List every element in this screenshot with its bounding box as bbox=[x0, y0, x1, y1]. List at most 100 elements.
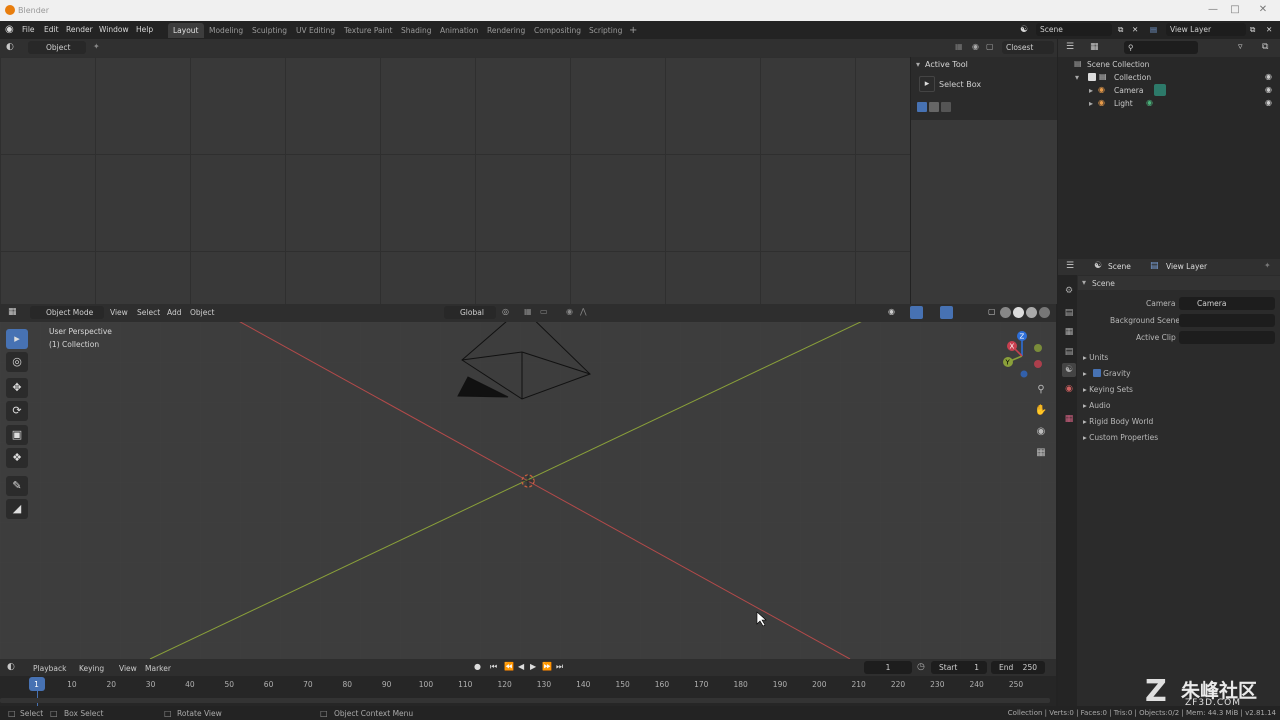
collection-visibility-icon[interactable]: ◉ bbox=[1265, 72, 1272, 81]
cursor-tool-icon[interactable]: ◎ bbox=[6, 352, 28, 372]
transform-tool-icon[interactable]: ❖ bbox=[6, 448, 28, 468]
minimize-button[interactable]: — bbox=[1206, 3, 1220, 17]
rigid-body-world-section[interactable]: ▸ Rigid Body World bbox=[1083, 417, 1153, 426]
jump-start-icon[interactable]: ⏮ bbox=[490, 662, 497, 672]
record-icon[interactable]: ● bbox=[474, 662, 481, 671]
jump-end-icon[interactable]: ⏭ bbox=[556, 662, 563, 672]
viewport-editor-type-icon[interactable]: ▦ bbox=[8, 307, 17, 317]
menu-edit[interactable]: Edit bbox=[44, 25, 59, 34]
tab-compositing[interactable]: Compositing bbox=[529, 23, 586, 38]
rotate-tool-icon[interactable]: ⟳ bbox=[6, 401, 28, 421]
new-view-layer-icon[interactable]: ⧉ bbox=[1250, 25, 1255, 35]
solid-shading-icon[interactable] bbox=[1013, 307, 1024, 318]
menu-file[interactable]: File bbox=[22, 25, 35, 34]
xray-icon[interactable]: ▢ bbox=[988, 307, 996, 316]
new-collection-icon[interactable]: ⧉ bbox=[1262, 42, 1268, 52]
pin-icon[interactable]: ✦ bbox=[93, 42, 100, 51]
tab-layout[interactable]: Layout bbox=[168, 23, 204, 38]
properties-view-layer-tab[interactable]: View Layer bbox=[1166, 262, 1207, 271]
display-mode-icon[interactable]: ▦ bbox=[1090, 42, 1099, 52]
visibility-icon[interactable]: ◉ bbox=[888, 307, 895, 316]
camera-expand-icon[interactable]: ▸ bbox=[1089, 86, 1093, 95]
camera-visibility-icon[interactable]: ◉ bbox=[1265, 85, 1272, 94]
current-frame-field[interactable]: 1 bbox=[864, 661, 912, 674]
tab-modeling[interactable]: Modeling bbox=[204, 23, 248, 38]
proportional-edit-icon[interactable]: ◉ bbox=[566, 307, 573, 316]
tab-animation[interactable]: Animation bbox=[435, 23, 483, 38]
expand-arrow-icon[interactable]: ▾ bbox=[1075, 73, 1079, 82]
light-data-icon[interactable]: ◉ bbox=[1146, 98, 1153, 107]
jump-keyframe-back-icon[interactable]: ⏪ bbox=[504, 662, 514, 671]
menu-window[interactable]: Window bbox=[99, 25, 129, 34]
snap-target-dropdown[interactable]: Closest bbox=[1002, 41, 1054, 54]
pivot-icon[interactable]: ◎ bbox=[502, 307, 509, 316]
menu-select[interactable]: Select bbox=[137, 308, 160, 317]
menu-add[interactable]: Add bbox=[167, 308, 182, 317]
3d-viewport[interactable]: User Perspective (1) Collection Z Y X ⚲ … bbox=[0, 322, 1056, 659]
audio-section[interactable]: ▸ Audio bbox=[1083, 401, 1110, 410]
properties-pin-icon[interactable]: ✦ bbox=[1264, 261, 1271, 270]
camera-view-icon[interactable]: ◉ bbox=[1033, 424, 1049, 440]
tab-sculpting[interactable]: Sculpting bbox=[247, 23, 292, 38]
keying-sets-section[interactable]: ▸ Keying Sets bbox=[1083, 385, 1133, 394]
outliner-search-input[interactable]: ⚲ bbox=[1124, 41, 1198, 54]
object-mode-select[interactable]: Object Mode bbox=[30, 306, 104, 319]
active-clip-field[interactable] bbox=[1179, 331, 1275, 344]
scene-field[interactable]: Scene bbox=[1036, 23, 1112, 36]
timeline-scrollbar[interactable] bbox=[0, 698, 1050, 703]
tab-scripting[interactable]: Scripting bbox=[584, 23, 627, 38]
scene-panel-header[interactable]: ▾ Scene bbox=[1078, 276, 1280, 290]
transform-orientation-dropdown[interactable]: Global bbox=[444, 306, 496, 319]
start-frame-field[interactable]: Start 1 bbox=[931, 661, 987, 674]
editor-type-icon[interactable]: ◐ bbox=[6, 42, 14, 52]
timeline-editor-type-icon[interactable]: ◐ bbox=[7, 662, 15, 672]
snap-toggle-icon[interactable]: ▦ bbox=[524, 307, 532, 316]
add-workspace-icon[interactable]: + bbox=[624, 23, 642, 38]
view-layer-props-tab-icon[interactable]: ▤ bbox=[1062, 345, 1076, 359]
gravity-checkbox[interactable] bbox=[1093, 369, 1101, 377]
tab-shading[interactable]: Shading bbox=[396, 23, 436, 38]
material-shading-icon[interactable] bbox=[1026, 307, 1037, 318]
stopwatch-icon[interactable]: ◷ bbox=[917, 662, 925, 672]
end-frame-field[interactable]: End 250 bbox=[991, 661, 1045, 674]
menu-playback[interactable]: Playback bbox=[33, 664, 66, 673]
scene-collection-label[interactable]: Scene Collection bbox=[1087, 60, 1149, 69]
output-tab-icon[interactable]: ▦ bbox=[1062, 325, 1076, 339]
gravity-section[interactable]: ▸ Gravity bbox=[1083, 369, 1131, 378]
falloff-icon[interactable]: ⋀ bbox=[580, 307, 587, 316]
rendered-shading-icon[interactable] bbox=[1039, 307, 1050, 318]
menu-render[interactable]: Render bbox=[66, 25, 93, 34]
annotate-tool-icon[interactable]: ✎ bbox=[6, 476, 28, 496]
menu-view[interactable]: View bbox=[110, 308, 128, 317]
select-new-icon[interactable] bbox=[917, 102, 927, 112]
select-box-icon[interactable]: ▸ bbox=[919, 76, 935, 92]
blender-menu-icon[interactable]: ◉ bbox=[5, 24, 14, 35]
outliner-light-label[interactable]: Light bbox=[1114, 99, 1133, 108]
wireframe-shading-icon[interactable] bbox=[1000, 307, 1011, 318]
navigation-gizmo[interactable]: Z Y X bbox=[994, 328, 1050, 384]
select-extend-icon[interactable] bbox=[929, 102, 939, 112]
jump-keyframe-forward-icon[interactable]: ⏩ bbox=[542, 662, 552, 671]
menu-keying[interactable]: Keying bbox=[79, 664, 104, 673]
units-section[interactable]: ▸ Units bbox=[1083, 353, 1108, 362]
collapse-arrow-icon[interactable]: ▾ bbox=[916, 60, 920, 69]
zoom-icon[interactable]: ⚲ bbox=[1033, 382, 1049, 398]
texture-tab-icon[interactable]: ▦ bbox=[1062, 412, 1076, 426]
overlay-toggle-icon[interactable] bbox=[940, 306, 953, 319]
camera-prop-field[interactable]: Camera bbox=[1179, 297, 1275, 310]
upper-viewport[interactable] bbox=[0, 57, 910, 304]
snap-icon[interactable]: ▦ bbox=[955, 42, 963, 51]
view-layer-field[interactable]: View Layer bbox=[1166, 23, 1246, 36]
collection-label[interactable]: Collection bbox=[1114, 73, 1151, 82]
world-tab-icon[interactable]: ◉ bbox=[1062, 382, 1076, 396]
scale-tool-icon[interactable]: ▣ bbox=[6, 425, 28, 445]
maximize-button[interactable]: □ bbox=[1228, 3, 1242, 17]
close-button[interactable]: ✕ bbox=[1256, 3, 1270, 17]
collection-checkbox[interactable] bbox=[1088, 73, 1096, 81]
tab-texture-paint[interactable]: Texture Paint bbox=[339, 23, 397, 38]
menu-timeline-view[interactable]: View bbox=[119, 664, 137, 673]
proportional-icon[interactable]: ◉ bbox=[972, 42, 979, 51]
menu-marker[interactable]: Marker bbox=[145, 664, 171, 673]
display-icon[interactable]: ▢ bbox=[986, 42, 994, 51]
pan-hand-icon[interactable]: ✋ bbox=[1033, 403, 1049, 419]
